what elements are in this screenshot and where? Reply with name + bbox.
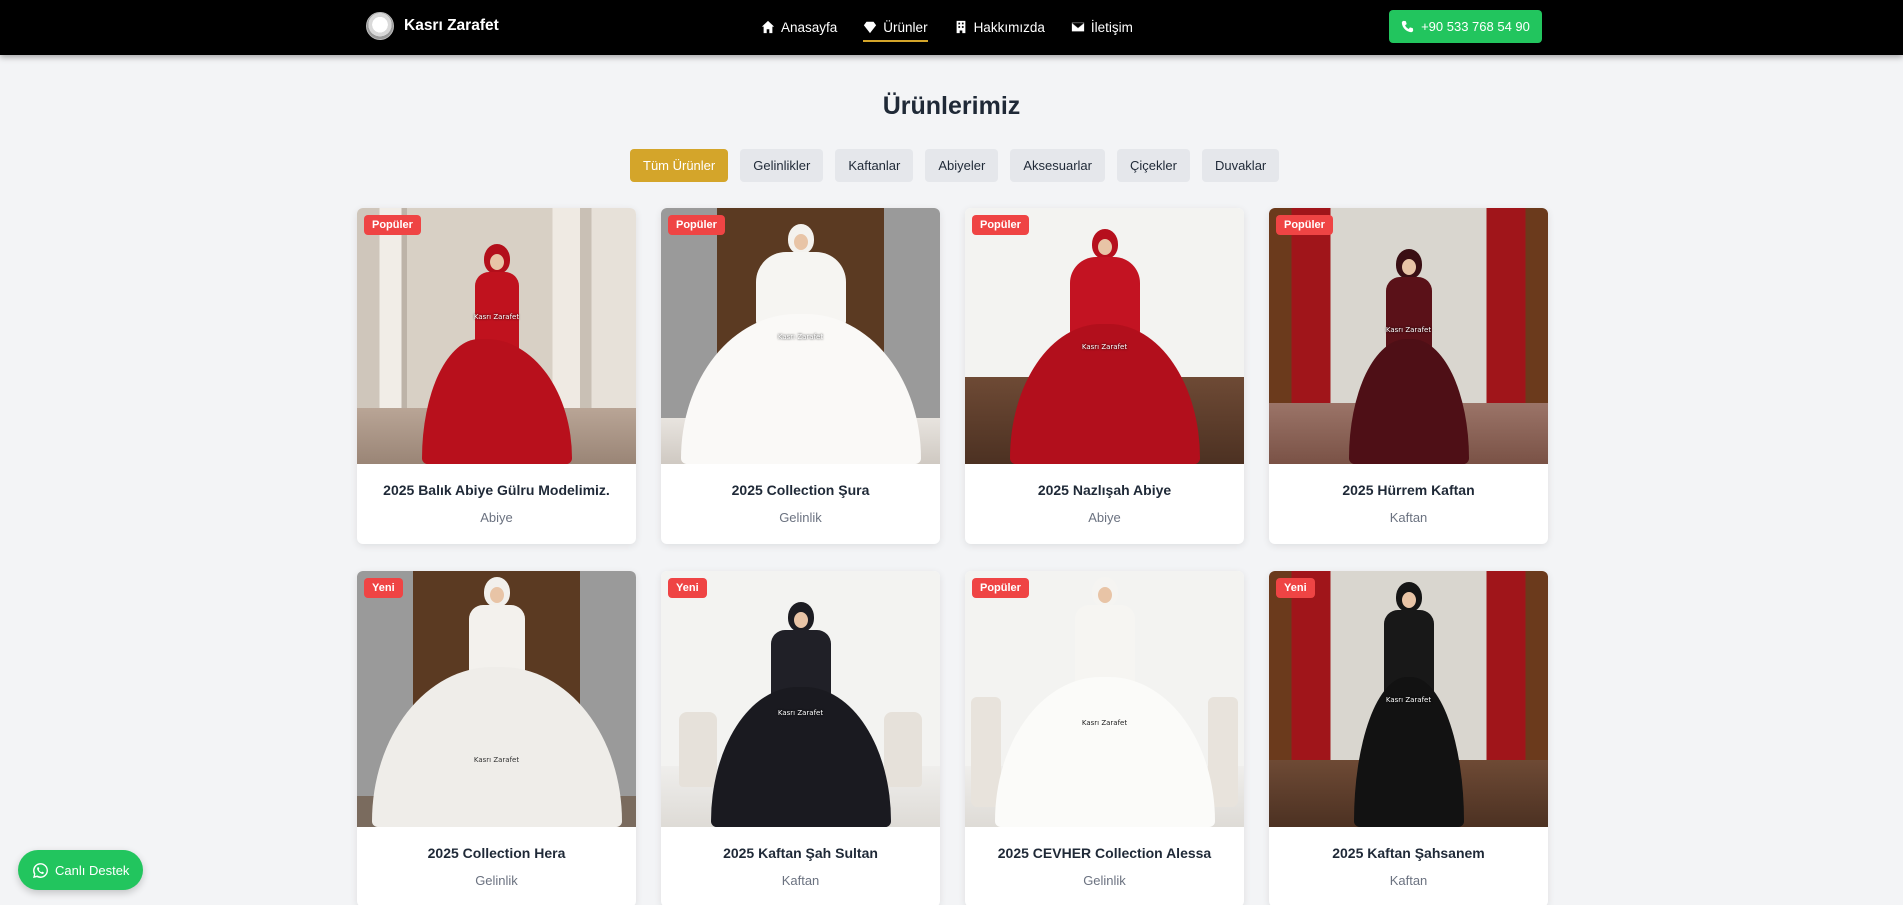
product-image: Kasrı Zarafet Popüler — [661, 208, 940, 464]
site-header: Kasrı Zarafet Anasayfa Ürünler Hakkımızd… — [0, 0, 1903, 55]
watermark: Kasrı Zarafet — [1385, 326, 1432, 334]
watermark: Kasrı Zarafet — [473, 313, 520, 321]
status-badge: Popüler — [972, 215, 1029, 235]
diamond-icon — [864, 21, 877, 34]
product-card[interactable]: Kasrı Zarafet Yeni 2025 Collection Hera … — [357, 571, 636, 905]
nav-contact-label: İletişim — [1090, 19, 1133, 35]
product-card[interactable]: Kasrı Zarafet Popüler 2025 Balık Abiye G… — [357, 208, 636, 544]
product-grid: Kasrı Zarafet Popüler 2025 Balık Abiye G… — [357, 208, 1548, 905]
live-support-button[interactable]: Canlı Destek — [18, 850, 144, 890]
nav-home[interactable]: Anasayfa — [761, 16, 837, 38]
filter-flowers[interactable]: Çiçekler — [1116, 149, 1190, 182]
whatsapp-icon — [33, 862, 48, 878]
product-image: Kasrı Zarafet Yeni — [1269, 571, 1548, 827]
watermark: Kasrı Zarafet — [1081, 719, 1128, 727]
product-card[interactable]: Kasrı Zarafet Yeni 2025 Kaftan Şahsanem … — [1269, 571, 1548, 905]
home-icon — [761, 20, 775, 34]
product-title: 2025 Collection Şura — [731, 482, 870, 498]
product-category: Kaftan — [1389, 873, 1428, 888]
status-badge: Yeni — [1276, 578, 1315, 598]
nav-contact[interactable]: İletişim — [1071, 16, 1133, 38]
product-card[interactable]: Kasrı Zarafet Popüler 2025 CEVHER Collec… — [965, 571, 1244, 905]
phone-button[interactable]: +90 533 768 54 90 — [1389, 10, 1542, 43]
status-badge: Yeni — [668, 578, 707, 598]
product-title: 2025 Hürrem Kaftan — [1342, 482, 1475, 498]
product-category: Gelinlik — [475, 873, 518, 888]
live-support-label: Canlı Destek — [55, 862, 130, 878]
product-category: Kaftan — [781, 873, 820, 888]
product-title: 2025 Collection Hera — [427, 845, 566, 861]
filter-accessories[interactable]: Aksesuarlar — [1010, 149, 1105, 182]
product-image: Kasrı Zarafet Yeni — [661, 571, 940, 827]
filter-evening-dresses[interactable]: Abiyeler — [925, 149, 999, 182]
product-title: 2025 Balık Abiye Gülru Modelimiz. — [383, 482, 610, 498]
watermark: Kasrı Zarafet — [473, 756, 520, 764]
watermark: Kasrı Zarafet — [777, 333, 824, 341]
product-card[interactable]: Kasrı Zarafet Popüler 2025 Collection Şu… — [661, 208, 940, 544]
watermark: Kasrı Zarafet — [1385, 696, 1432, 704]
nav-about-label: Hakkımızda — [973, 19, 1045, 35]
filter-wedding-dresses[interactable]: Gelinlikler — [740, 149, 824, 182]
product-title: 2025 CEVHER Collection Alessa — [997, 845, 1212, 861]
status-badge: Popüler — [668, 215, 725, 235]
phone-icon — [1401, 20, 1414, 33]
building-icon — [956, 20, 965, 34]
product-image: Kasrı Zarafet Popüler — [965, 208, 1244, 464]
watermark: Kasrı Zarafet — [777, 709, 824, 717]
nav-home-label: Anasayfa — [781, 19, 838, 35]
product-card[interactable]: Kasrı Zarafet Yeni 2025 Kaftan Şah Sulta… — [661, 571, 940, 905]
product-category: Kaftan — [1389, 510, 1428, 525]
phone-label: +90 533 768 54 90 — [1421, 19, 1530, 34]
product-category: Abiye — [1088, 510, 1121, 525]
product-title: 2025 Nazlışah Abiye — [1037, 482, 1172, 498]
product-category: Gelinlik — [1083, 873, 1126, 888]
status-badge: Popüler — [364, 215, 421, 235]
status-badge: Popüler — [1276, 215, 1333, 235]
page-title: Ürünlerimiz — [882, 92, 1021, 120]
status-badge: Yeni — [364, 578, 403, 598]
filter-veils[interactable]: Duvaklar — [1201, 149, 1280, 182]
watermark: Kasrı Zarafet — [1081, 343, 1128, 351]
product-title: 2025 Kaftan Şahsanem — [1332, 845, 1485, 861]
nav-products[interactable]: Ürünler — [863, 16, 928, 42]
product-category: Gelinlik — [779, 510, 822, 525]
product-title: 2025 Kaftan Şah Sultan — [723, 845, 878, 861]
product-image: Kasrı Zarafet Popüler — [1269, 208, 1548, 464]
filter-kaftans[interactable]: Kaftanlar — [835, 149, 914, 182]
product-image: Kasrı Zarafet Yeni — [357, 571, 636, 827]
brand-logo — [366, 12, 394, 40]
brand-name: Kasrı Zarafet — [404, 17, 499, 34]
product-card[interactable]: Kasrı Zarafet Popüler 2025 Nazlışah Abiy… — [965, 208, 1244, 544]
main-nav: Anasayfa Ürünler Hakkımızda İletişim — [761, 16, 1133, 42]
brand[interactable]: Kasrı Zarafet — [366, 12, 499, 40]
product-image: Kasrı Zarafet Popüler — [965, 571, 1244, 827]
status-badge: Popüler — [972, 578, 1029, 598]
nav-products-label: Ürünler — [883, 19, 928, 35]
product-image: Kasrı Zarafet Popüler — [357, 208, 636, 464]
product-card[interactable]: Kasrı Zarafet Popüler 2025 Hürrem Kaftan… — [1269, 208, 1548, 544]
envelope-icon — [1071, 22, 1084, 32]
filter-all[interactable]: Tüm Ürünler — [630, 149, 729, 182]
nav-about[interactable]: Hakkımızda — [954, 16, 1045, 38]
category-filters: Tüm Ürünler Gelinlikler Kaftanlar Abiyel… — [630, 149, 1280, 182]
product-category: Abiye — [480, 510, 513, 525]
